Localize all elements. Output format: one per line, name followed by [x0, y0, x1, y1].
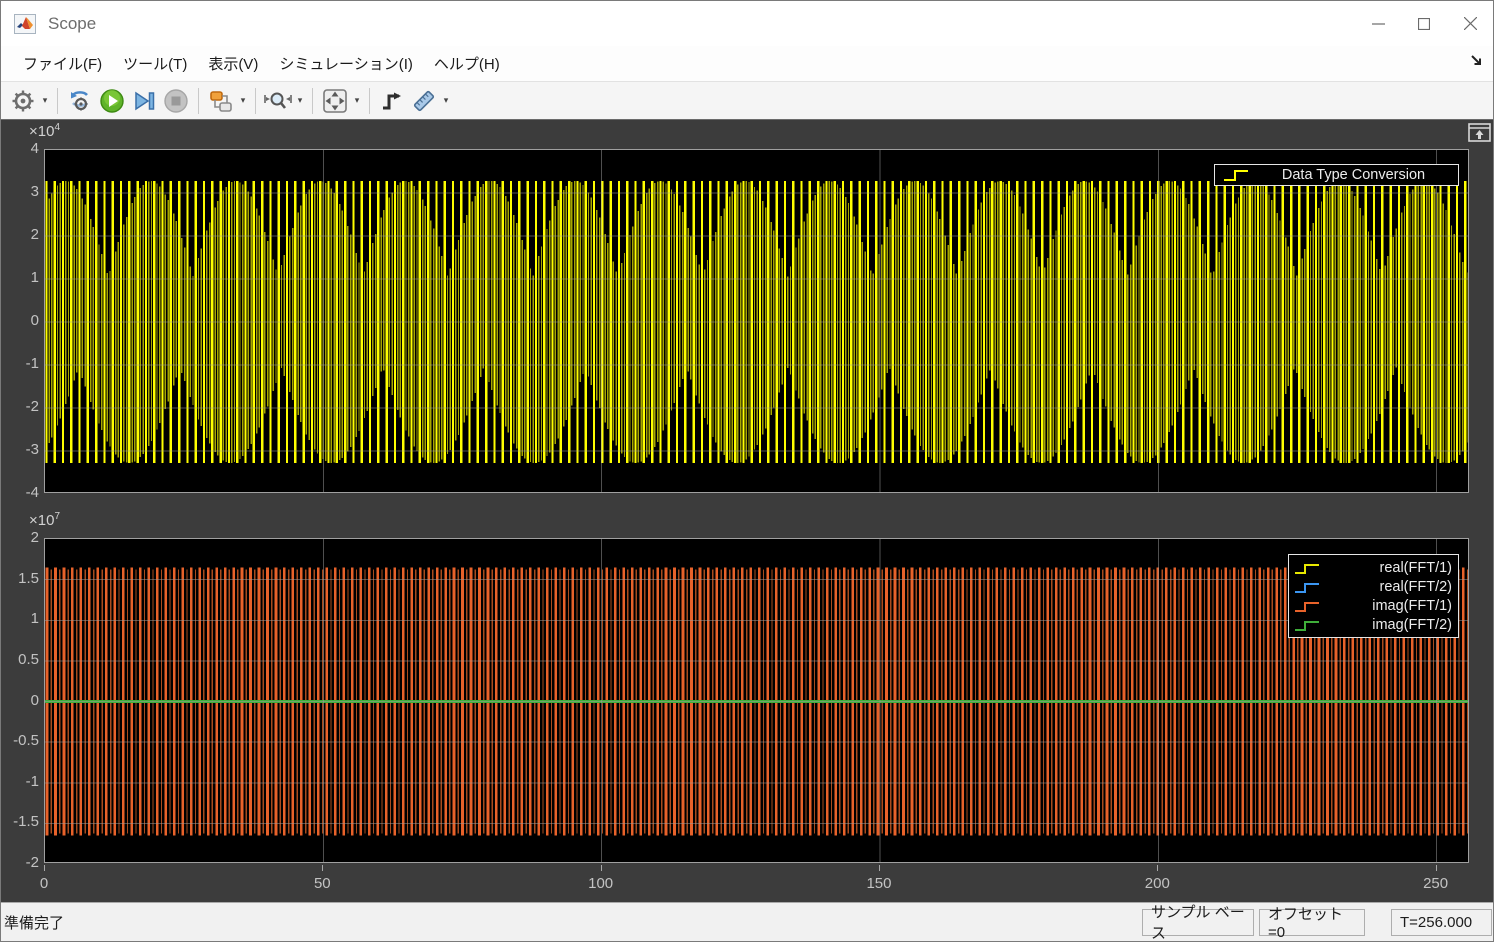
stop-button[interactable]: [161, 86, 191, 116]
legend-entry-label: imag(FFT/2): [1325, 617, 1452, 633]
x-tick-mark: [1157, 865, 1158, 871]
dock-scope-icon[interactable]: [1469, 53, 1485, 74]
status-offset: オフセット=0: [1259, 909, 1365, 936]
update-model-button[interactable]: [65, 86, 95, 116]
plot2-y-exponent: ×107: [29, 511, 60, 529]
x-tick-label: 50: [300, 874, 344, 894]
measurements-dropdown-caret[interactable]: ▾: [440, 86, 452, 116]
plot-region: ×104 43210-1-2-3-4 Data Type Conversion …: [1, 120, 1493, 904]
settings-dropdown-caret[interactable]: ▾: [39, 86, 51, 116]
menu-file[interactable]: ファイル(F): [13, 49, 112, 78]
menu-bar: ファイル(F) ツール(T) 表示(V) シミュレーション(I) ヘルプ(H): [1, 46, 1493, 81]
x-tick-mark: [1436, 865, 1437, 871]
y-tick-label: 1.5: [1, 570, 39, 588]
run-button[interactable]: [97, 86, 127, 116]
status-bar: 準備完了 サンプル ベース オフセット=0 T=256.000: [1, 902, 1493, 941]
measurements-button[interactable]: [409, 86, 439, 116]
zoom-dropdown-caret[interactable]: ▾: [294, 86, 306, 116]
matlab-logo-icon: [14, 14, 36, 34]
y-tick-label: -0.5: [1, 732, 39, 750]
toolbar-separator: [255, 88, 256, 114]
menu-help[interactable]: ヘルプ(H): [424, 49, 510, 78]
fit-to-view-dropdown-caret[interactable]: ▾: [351, 86, 363, 116]
y-tick-label: 2: [1, 529, 39, 547]
y-tick-label: -1.5: [1, 813, 39, 831]
window-title: Scope: [48, 14, 96, 34]
fit-to-view-button[interactable]: [320, 86, 350, 116]
x-tick-label: 100: [579, 874, 623, 894]
y-tick-label: 0.5: [1, 651, 39, 669]
plot1-y-exponent: ×104: [29, 122, 60, 140]
legend-entry-label: Data Type Conversion: [1255, 167, 1458, 183]
status-ready-text: 準備完了: [4, 912, 64, 933]
maximize-button[interactable]: [1401, 1, 1447, 46]
legend-line-sample-icon: [1221, 165, 1255, 185]
panel-expand-icon[interactable]: [1468, 123, 1491, 142]
toolbar: ▾ ▾ ▾ ▾: [1, 81, 1493, 120]
scope-plot2-canvas[interactable]: [44, 538, 1469, 863]
legend-line-sample-icon: [1293, 559, 1325, 577]
x-tick-mark: [322, 865, 323, 871]
toolbar-separator: [312, 88, 313, 114]
title-bar: Scope: [1, 1, 1493, 46]
x-tick-mark: [44, 865, 45, 871]
highlight-block-dropdown-caret[interactable]: ▾: [237, 86, 249, 116]
y-tick-label: 2: [1, 226, 39, 244]
toolbar-separator: [369, 88, 370, 114]
legend-entry: imag(FFT/1): [1293, 596, 1452, 615]
y-tick-label: 0: [1, 312, 39, 330]
legend-entry: imag(FFT/2): [1293, 615, 1452, 634]
menu-tools[interactable]: ツール(T): [113, 49, 197, 78]
status-sample-mode: サンプル ベース: [1142, 909, 1254, 936]
scope-plot1-canvas[interactable]: [44, 149, 1469, 493]
y-tick-label: -2: [1, 854, 39, 872]
y-tick-label: 0: [1, 692, 39, 710]
legend-line-sample-icon: [1293, 616, 1325, 634]
status-time: T=256.000: [1391, 909, 1492, 936]
plot2-legend[interactable]: real(FFT/1) real(FFT/2) imag(FFT/1) imag(FF…: [1288, 554, 1459, 638]
x-tick-mark: [601, 865, 602, 871]
minimize-button[interactable]: [1355, 1, 1401, 46]
close-button[interactable]: [1447, 1, 1493, 46]
toolbar-separator: [198, 88, 199, 114]
y-tick-label: 1: [1, 269, 39, 287]
scope-window: Scope ファイル(F) ツール(T) 表示(V) シミュレーション(I) ヘ…: [0, 0, 1494, 942]
window-controls: [1355, 1, 1493, 46]
x-tick-label: 250: [1414, 874, 1458, 894]
step-forward-button[interactable]: [129, 86, 159, 116]
plot1-legend[interactable]: Data Type Conversion: [1214, 164, 1459, 186]
y-tick-label: 3: [1, 183, 39, 201]
y-tick-label: -2: [1, 398, 39, 416]
legend-entry: real(FFT/1): [1293, 558, 1452, 577]
menu-view[interactable]: 表示(V): [198, 49, 268, 78]
legend-entry-label: real(FFT/1): [1325, 560, 1452, 576]
y-tick-label: -1: [1, 355, 39, 373]
y-tick-label: 4: [1, 140, 39, 158]
y-tick-label: 1: [1, 610, 39, 628]
legend-line-sample-icon: [1293, 597, 1325, 615]
highlight-block-button[interactable]: [206, 86, 236, 116]
x-tick-label: 200: [1135, 874, 1179, 894]
y-tick-label: -4: [1, 484, 39, 502]
toolbar-separator: [57, 88, 58, 114]
legend-entry: real(FFT/2): [1293, 577, 1452, 596]
settings-button[interactable]: [8, 86, 38, 116]
y-tick-label: -3: [1, 441, 39, 459]
trigger-button[interactable]: [377, 86, 407, 116]
x-tick-label: 150: [857, 874, 901, 894]
y-tick-label: -1: [1, 773, 39, 791]
legend-entry-label: real(FFT/2): [1325, 579, 1452, 595]
menu-simulation[interactable]: シミュレーション(I): [269, 49, 423, 78]
x-tick-label: 0: [22, 874, 66, 894]
legend-entry-label: imag(FFT/1): [1325, 598, 1452, 614]
x-tick-mark: [879, 865, 880, 871]
legend-line-sample-icon: [1293, 578, 1325, 596]
zoom-button[interactable]: [263, 86, 293, 116]
